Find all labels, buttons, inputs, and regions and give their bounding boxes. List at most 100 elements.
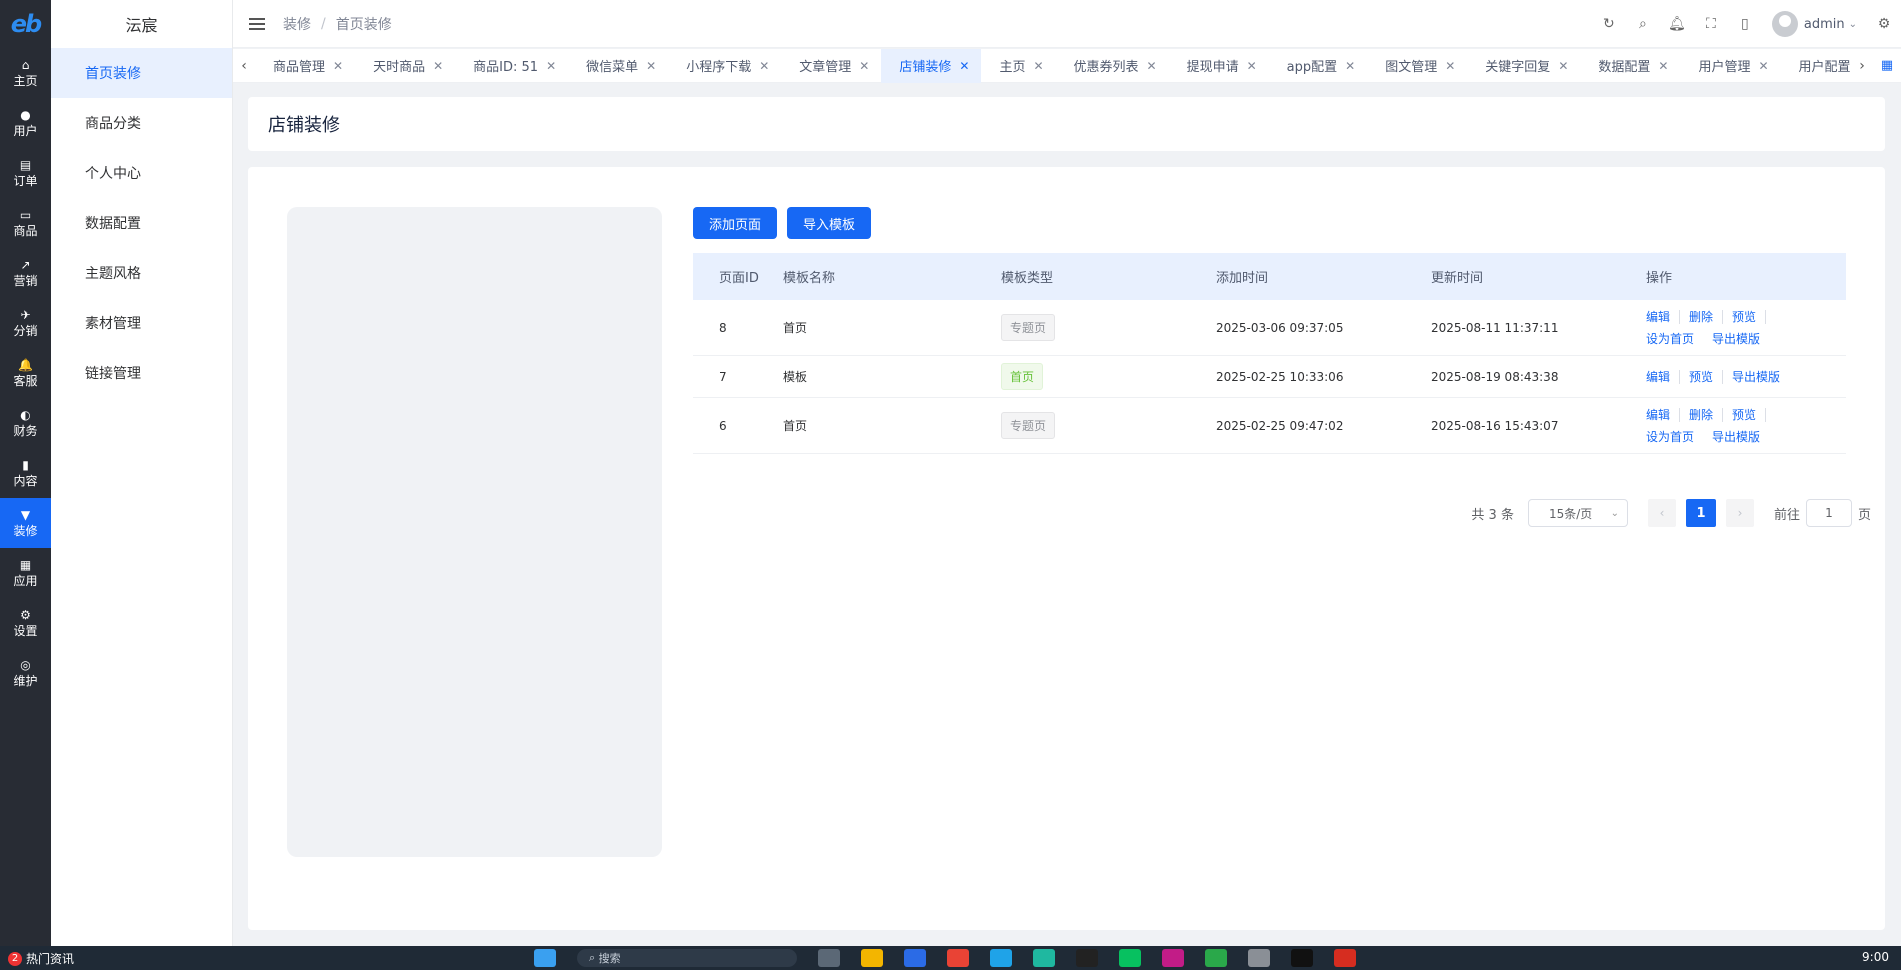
op-link[interactable]: 删除 — [1689, 407, 1724, 422]
submenu-item[interactable]: 素材管理 — [51, 298, 232, 348]
search-icon[interactable]: ⌕ — [1626, 16, 1660, 32]
close-icon[interactable]: ✕ — [859, 59, 869, 73]
rail-item-order[interactable]: ▤ 订单 — [0, 148, 51, 198]
phpstorm-icon[interactable] — [1162, 949, 1184, 967]
qq-icon[interactable] — [1076, 949, 1098, 967]
rail-item-distribution[interactable]: ✈ 分销 — [0, 298, 51, 348]
news-widget[interactable]: 2 热门资讯 — [8, 950, 74, 967]
close-icon[interactable]: ✕ — [546, 59, 556, 73]
chevron-right-icon[interactable]: › — [1851, 58, 1873, 74]
submenu-item[interactable]: 主题风格 — [51, 248, 232, 298]
op-link[interactable]: 导出模版 — [1732, 370, 1789, 384]
app-icon[interactable] — [1248, 949, 1270, 967]
breadcrumb-item[interactable]: 装修 — [283, 14, 311, 34]
tab-item[interactable]: 主页 ✕ — [981, 49, 1055, 83]
op-link[interactable]: 预览 — [1732, 407, 1767, 422]
task-view-icon[interactable] — [818, 949, 840, 967]
menu-toggle-icon[interactable] — [249, 17, 265, 30]
wps-icon[interactable] — [1334, 949, 1356, 967]
tab-item[interactable]: 关键字回复 ✕ — [1467, 49, 1580, 83]
goto-page-input[interactable]: 1 — [1805, 499, 1852, 527]
grid-icon[interactable]: ▦ — [1873, 58, 1901, 73]
rail-item-content[interactable]: ▮ 内容 — [0, 448, 51, 498]
chevron-left-icon[interactable]: ‹ — [233, 58, 255, 74]
import-template-button[interactable]: 导入模板 — [787, 207, 872, 239]
op-link[interactable]: 编辑 — [1646, 369, 1681, 384]
rail-item-service[interactable]: 🔔 客服 — [0, 348, 51, 398]
chrome-icon[interactable] — [947, 949, 969, 967]
close-icon[interactable]: ✕ — [1033, 59, 1043, 73]
op-link[interactable]: 预览 — [1732, 309, 1767, 324]
rail-item-maintenance[interactable]: ◎ 维护 — [0, 648, 51, 698]
close-icon[interactable]: ✕ — [646, 59, 656, 73]
rail-item-settings[interactable]: ⚙ 设置 — [0, 598, 51, 648]
tab-item[interactable]: 天时商品 ✕ — [355, 49, 455, 83]
rail-item-goods[interactable]: ▭ 商品 — [0, 198, 51, 248]
close-icon[interactable]: ✕ — [1658, 59, 1668, 73]
op-link[interactable]: 删除 — [1689, 309, 1724, 324]
close-icon[interactable]: ✕ — [433, 59, 443, 73]
page-number-current[interactable]: 1 — [1685, 499, 1716, 527]
close-icon[interactable]: ✕ — [1558, 59, 1568, 73]
rail-item-apps[interactable]: ▦ 应用 — [0, 548, 51, 598]
fullscreen-icon[interactable]: ⛶ — [1694, 16, 1728, 32]
close-icon[interactable]: ✕ — [1247, 59, 1257, 73]
submenu-item[interactable]: 商品分类 — [51, 98, 232, 148]
chevron-down-icon[interactable]: ⌄ — [1849, 19, 1857, 30]
rail-item-home[interactable]: ⌂ 主页 — [0, 48, 51, 98]
edge-icon[interactable] — [990, 949, 1012, 967]
tab-item[interactable]: 店铺装修 ✕ — [881, 48, 982, 83]
op-link[interactable]: 设为首页 — [1646, 332, 1703, 346]
close-icon[interactable]: ✕ — [1445, 59, 1455, 73]
op-link[interactable]: 导出模版 — [1712, 430, 1769, 444]
close-icon[interactable]: ✕ — [333, 59, 343, 73]
tab-item[interactable]: 提现申请 ✕ — [1169, 49, 1269, 83]
submenu-item[interactable]: 个人中心 — [51, 148, 232, 198]
rail-item-decorate[interactable]: ▼ 装修 — [0, 498, 51, 548]
avatar[interactable] — [1771, 11, 1798, 37]
wechat-icon[interactable] — [1119, 949, 1141, 967]
rail-item-finance[interactable]: ◐ 财务 — [0, 398, 51, 448]
mobile-icon[interactable]: ▯ — [1728, 16, 1762, 32]
tab-item[interactable]: 数据配置 ✕ — [1580, 49, 1680, 83]
tab-item[interactable]: 优惠券列表 ✕ — [1056, 49, 1169, 83]
submenu-item[interactable]: 链接管理 — [51, 348, 232, 398]
close-icon[interactable]: ✕ — [1758, 59, 1768, 73]
op-link[interactable]: 编辑 — [1646, 407, 1681, 422]
submenu-item[interactable]: 数据配置 — [51, 198, 232, 248]
browser-icon[interactable] — [904, 949, 926, 967]
bell-icon[interactable]: 🔔︎ — [1660, 16, 1694, 32]
tab-item[interactable]: 用户配置 — [1781, 49, 1851, 83]
windows-start-icon[interactable] — [534, 949, 556, 967]
add-page-button[interactable]: 添加页面 — [693, 207, 778, 239]
hbuilder-icon[interactable] — [1205, 949, 1227, 967]
op-link[interactable]: 导出模版 — [1712, 332, 1769, 346]
tab-item[interactable]: 商品管理 ✕ — [255, 49, 355, 83]
tab-item[interactable]: app配置 ✕ — [1269, 49, 1368, 83]
username[interactable]: admin — [1804, 17, 1845, 32]
tab-item[interactable]: 小程序下载 ✕ — [668, 49, 781, 83]
tab-item[interactable]: 商品ID: 51 ✕ — [455, 49, 568, 83]
tab-item[interactable]: 文章管理 ✕ — [781, 49, 881, 83]
close-icon[interactable]: ✕ — [1147, 59, 1157, 73]
op-link[interactable]: 预览 — [1689, 369, 1724, 384]
prev-page-button[interactable]: ‹ — [1647, 499, 1676, 527]
tab-item[interactable]: 用户管理 ✕ — [1680, 49, 1780, 83]
app-logo[interactable]: eb — [0, 0, 51, 48]
close-icon[interactable]: ✕ — [959, 59, 969, 73]
gear-icon[interactable]: ⚙ — [1867, 16, 1901, 32]
tab-item[interactable]: 微信菜单 ✕ — [568, 49, 668, 83]
refresh-icon[interactable]: ↻ — [1592, 16, 1626, 32]
next-page-button[interactable]: › — [1725, 499, 1754, 527]
rail-item-marketing[interactable]: ↗ 营销 — [0, 248, 51, 298]
page-size-select[interactable]: 15条/页 ⌄ — [1527, 499, 1628, 527]
file-explorer-icon[interactable] — [861, 949, 883, 967]
tab-item[interactable]: 图文管理 ✕ — [1367, 49, 1467, 83]
taskbar-search[interactable]: ⌕ 搜索 — [577, 949, 797, 967]
edge-dev-icon[interactable] — [1033, 949, 1055, 967]
close-icon[interactable]: ✕ — [759, 59, 769, 73]
submenu-item[interactable]: 首页装修 — [51, 48, 232, 98]
rail-item-user[interactable]: ● 用户 — [0, 98, 51, 148]
app-icon[interactable] — [1291, 949, 1313, 967]
op-link[interactable]: 编辑 — [1646, 309, 1681, 324]
